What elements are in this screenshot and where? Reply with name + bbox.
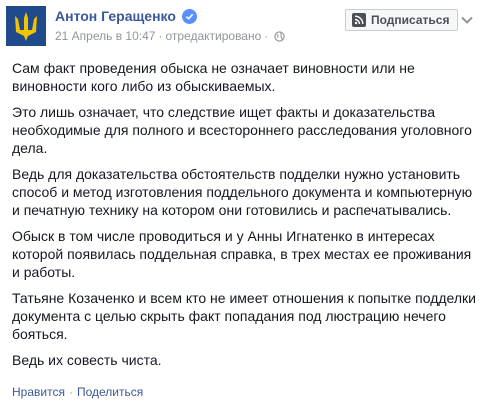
- post-paragraph: Ведь для доказательства обстоятельств по…: [12, 166, 473, 218]
- edited-label[interactable]: отредактировано: [165, 29, 261, 43]
- post-paragraph: Это лишь означает, что следствие ищет фа…: [12, 104, 472, 156]
- globe-icon[interactable]: [274, 30, 285, 42]
- meta-separator: ·: [264, 29, 269, 43]
- post-body: Сам факт проведения обыска не означает в…: [12, 59, 482, 377]
- subscribe-label: Подписаться: [371, 13, 450, 27]
- trident-emblem-icon: [6, 6, 46, 46]
- post-meta: 21 Апрель в 10:47 · отредактировано ·: [55, 29, 285, 43]
- verified-badge-icon: [181, 8, 197, 24]
- post-actions: Нравится · Поделиться: [12, 385, 143, 399]
- post-paragraph: Татьяне Козаченко и всем кто не имеет от…: [12, 290, 476, 342]
- subscribe-button[interactable]: Подписаться: [345, 9, 459, 31]
- action-separator: ·: [68, 385, 73, 399]
- post-paragraph: Обыск в том числе проводиться и у Анны И…: [12, 228, 472, 280]
- post-paragraph: Ведь их совесть чиста.: [12, 352, 162, 368]
- avatar[interactable]: [6, 6, 46, 46]
- chevron-down-icon: [461, 16, 473, 24]
- author-name[interactable]: Антон Геращенко: [55, 8, 176, 24]
- post-menu-button[interactable]: [456, 9, 478, 31]
- facebook-post: Антон Геращенко 21 Апрель в 10:47 · отре…: [0, 0, 489, 406]
- post-paragraph: Сам факт проведения обыска не означает в…: [12, 60, 415, 94]
- author-header: Антон Геращенко: [55, 8, 197, 24]
- meta-separator: ·: [158, 29, 163, 43]
- rss-icon: [352, 13, 366, 27]
- share-link[interactable]: Поделиться: [77, 385, 143, 399]
- post-date[interactable]: 21 Апрель в 10:47: [55, 29, 155, 43]
- like-link[interactable]: Нравится: [12, 385, 65, 399]
